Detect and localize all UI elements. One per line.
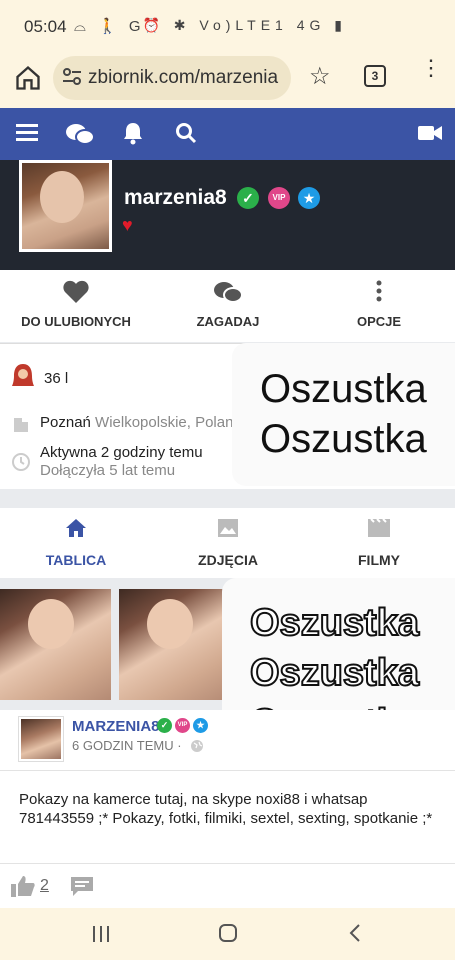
site-navbar	[0, 108, 455, 160]
divider	[0, 863, 455, 864]
photo-thumbnail[interactable]	[0, 589, 111, 700]
url-text[interactable]: zbiornik.com/marzenia	[88, 67, 284, 89]
city-icon	[14, 418, 28, 432]
photo-thumbnail[interactable]	[119, 589, 230, 700]
verified-check-icon: ✓	[237, 187, 259, 209]
post-username[interactable]: MARZENIA8	[72, 718, 160, 735]
tab-tablica[interactable]: TABLICA	[0, 508, 152, 578]
site-settings-icon[interactable]	[62, 68, 82, 86]
more-vertical-icon	[376, 280, 382, 302]
tab-label: TABLICA	[45, 552, 107, 568]
browser-toolbar: zbiornik.com/marzenia ☆ 3 ⋮	[0, 52, 455, 108]
wall-post: MARZENIA8 ✓ VIP ★ 6 GODZIN TEMU · Pokazy…	[0, 710, 455, 908]
globe-icon	[191, 740, 203, 752]
tab-label: FILMY	[358, 552, 400, 568]
profile-header: marzenia8 ✓ VIP ★ ♥	[0, 160, 455, 270]
home-icon[interactable]	[14, 64, 42, 92]
overlay-text: Oszustka	[260, 417, 427, 461]
star-badge-icon: ★	[298, 187, 320, 209]
back-icon[interactable]	[348, 923, 362, 943]
tab-zdjecia[interactable]: ZDJĘCIA	[152, 508, 304, 578]
profile-actions: DO ULUBIONYCH ZAGADAJ OPCJE	[0, 270, 455, 342]
hamburger-menu-icon[interactable]	[16, 123, 38, 141]
female-avatar-icon	[12, 364, 34, 386]
post-avatar[interactable]	[19, 717, 63, 761]
profile-tabs: TABLICA ZDJĘCIA FILMY	[0, 508, 455, 578]
browser-menu-icon[interactable]: ⋮	[420, 57, 442, 79]
image-icon	[218, 519, 238, 537]
options-button[interactable]: OPCJE	[303, 270, 455, 342]
thumbs-up-icon[interactable]	[10, 874, 36, 898]
overlay-text: Oszustka	[249, 651, 420, 695]
joined-text: Dołączyła 5 lat temu	[40, 462, 176, 479]
post-time: 6 GODZIN TEMU ·	[72, 738, 182, 753]
profile-avatar[interactable]	[19, 160, 112, 252]
status-right-icons: ⏰ ✱ Vo)LTE1 4G ▮	[142, 17, 347, 33]
recent-apps-icon[interactable]	[92, 925, 110, 943]
notifications-bell-icon[interactable]	[122, 121, 144, 145]
vip-badge: VIP	[175, 718, 190, 733]
location-text: Poznań Wielkopolskie, Polan	[40, 414, 233, 431]
profile-username: marzenia8	[124, 186, 227, 209]
region-name: Wielkopolskie, Polan	[95, 414, 234, 431]
tab-switcher-button[interactable]: 3	[364, 65, 386, 87]
heart-status-icon: ♥	[122, 215, 133, 235]
home-button-icon[interactable]	[218, 923, 238, 943]
like-count[interactable]: 2	[40, 877, 49, 895]
overlay-text: Oszustka	[260, 367, 427, 411]
search-icon[interactable]	[175, 122, 197, 144]
tab-label: ZDJĘCIA	[198, 552, 258, 568]
star-badge-icon: ★	[193, 718, 208, 733]
action-label: DO ULUBIONYCH	[21, 314, 131, 329]
post-body: Pokazy na kamerce tutaj, na skype noxi88…	[19, 791, 433, 827]
bookmark-star-icon[interactable]: ☆	[309, 62, 331, 91]
divider	[0, 770, 455, 771]
chat-button[interactable]: ZAGADAJ	[152, 270, 304, 342]
action-label: ZAGADAJ	[196, 314, 260, 329]
status-bar: 05:04 ⌓ 🚶 G • ⏰ ✱ Vo)LTE1 4G ▮	[0, 0, 455, 52]
comment-icon[interactable]	[70, 876, 94, 898]
add-to-favorites-button[interactable]: DO ULUBIONYCH	[0, 270, 152, 342]
heart-icon	[63, 280, 89, 303]
overlay-text: Oszustka	[249, 601, 420, 645]
action-label: OPCJE	[356, 314, 402, 329]
system-navigation-bar	[0, 908, 455, 960]
clock-icon	[12, 453, 30, 471]
verified-check-icon: ✓	[157, 718, 172, 733]
status-time: 05:04	[24, 17, 67, 36]
tab-filmy[interactable]: FILMY	[303, 508, 455, 578]
messages-icon[interactable]	[65, 122, 95, 146]
chat-icon	[214, 282, 243, 303]
film-icon	[368, 518, 390, 537]
scam-label-overlay: Oszustka Oszustka	[232, 343, 455, 486]
last-active-text: Aktywna 2 godziny temu	[40, 444, 203, 461]
city-name: Poznań	[40, 414, 91, 431]
video-camera-icon[interactable]	[418, 125, 442, 141]
vip-badge: VIP	[268, 187, 290, 209]
home-icon	[66, 519, 86, 537]
age-text: 36 l	[44, 370, 69, 387]
